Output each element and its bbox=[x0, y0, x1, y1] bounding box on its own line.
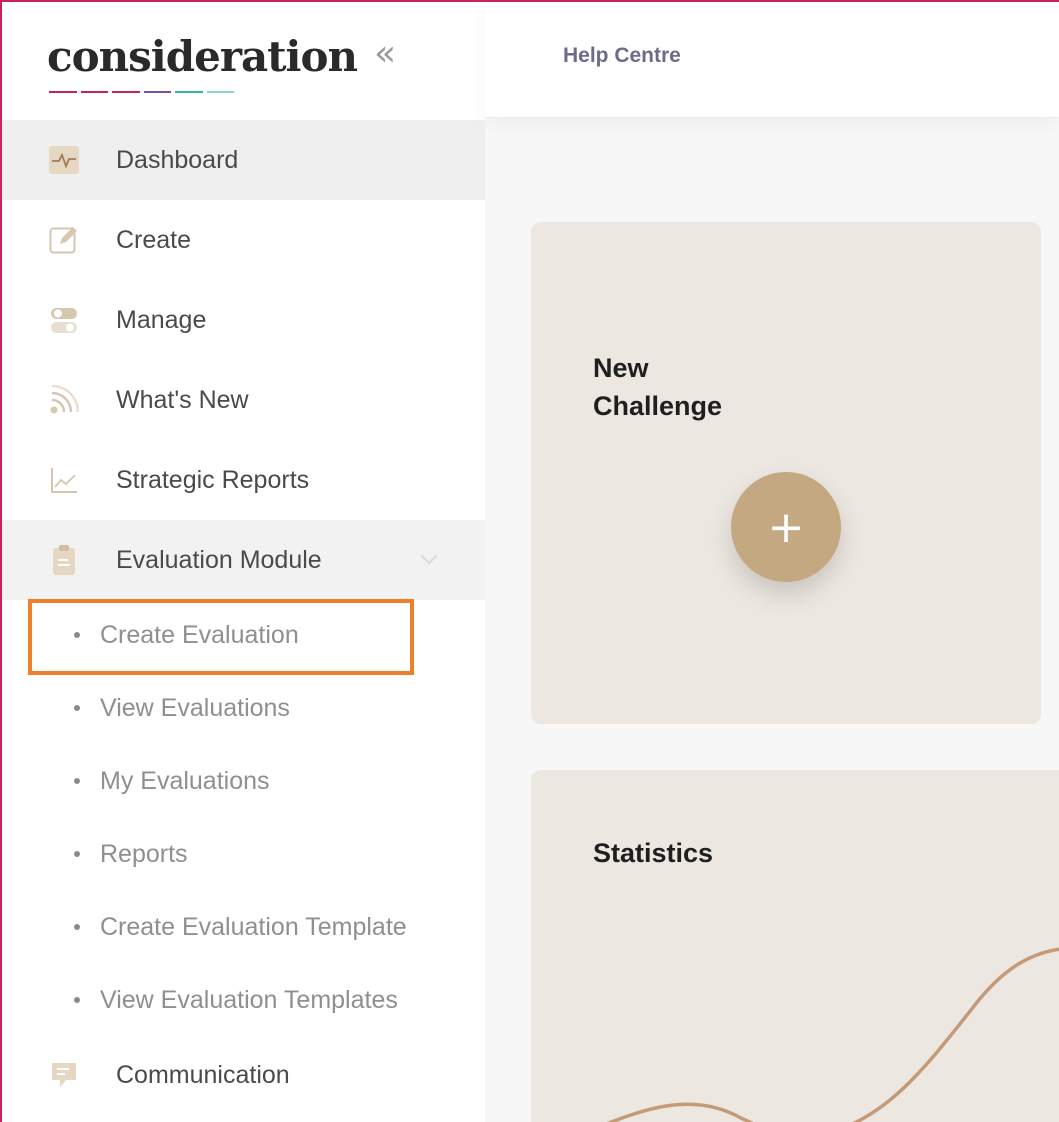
add-challenge-button[interactable]: + bbox=[731, 472, 841, 582]
clipboard-icon bbox=[48, 544, 80, 576]
edit-icon bbox=[48, 224, 80, 256]
frame-border bbox=[0, 0, 2, 1122]
sidebar-item-label: Create bbox=[116, 225, 192, 254]
logo[interactable]: consideration bbox=[47, 32, 358, 81]
top-bar: Help Centre bbox=[485, 0, 1059, 118]
sidebar-item-communication[interactable]: Communication bbox=[2, 1035, 485, 1115]
sidebar-item-label: Dashboard bbox=[116, 145, 239, 174]
submenu-item-my-evaluations[interactable]: My Evaluations bbox=[2, 745, 485, 817]
frame-border-top bbox=[0, 0, 1059, 2]
sidebar-nav: Dashboard Create Manage What's New Strat… bbox=[2, 120, 485, 600]
sidebar-item-manage[interactable]: Manage bbox=[2, 280, 485, 360]
bullet-icon bbox=[74, 851, 80, 857]
bullet-icon bbox=[74, 705, 80, 711]
statistics-card: Statistics bbox=[531, 770, 1059, 1122]
bullet-icon bbox=[74, 924, 80, 930]
collapse-sidebar-icon[interactable]: « bbox=[374, 36, 396, 72]
logo-underline-segment bbox=[143, 91, 171, 93]
sidebar-item-label: Strategic Reports bbox=[116, 465, 310, 494]
rss-icon bbox=[48, 384, 80, 416]
bullet-icon bbox=[74, 997, 80, 1003]
submenu-item-label: View Evaluation Templates bbox=[100, 985, 398, 1014]
logo-underline-segment bbox=[175, 91, 203, 93]
logo-underline-segment bbox=[80, 91, 108, 93]
line-chart-icon bbox=[48, 464, 80, 496]
sidebar-item-whats-new[interactable]: What's New bbox=[2, 360, 485, 440]
sidebar-item-label: Communication bbox=[116, 1060, 290, 1089]
highlight-box bbox=[28, 599, 414, 675]
submenu-item-create-evaluation-template[interactable]: Create Evaluation Template bbox=[2, 891, 485, 963]
bullet-icon bbox=[74, 778, 80, 784]
chat-icon bbox=[48, 1059, 80, 1091]
sidebar-item-label: Evaluation Module bbox=[116, 545, 322, 574]
submenu-item-view-evaluations[interactable]: View Evaluations bbox=[2, 672, 485, 744]
brand-area: consideration « bbox=[2, 2, 485, 120]
logo-underline-segment bbox=[206, 91, 234, 93]
submenu-item-view-evaluation-templates[interactable]: View Evaluation Templates bbox=[2, 964, 485, 1036]
logo-underline-segment bbox=[49, 91, 77, 93]
chevron-down-icon bbox=[420, 547, 438, 565]
sidebar-item-strategic-reports[interactable]: Strategic Reports bbox=[2, 440, 485, 520]
pulse-icon bbox=[48, 144, 80, 176]
logo-underline-segment bbox=[112, 91, 140, 93]
help-centre-link[interactable]: Help Centre bbox=[563, 44, 681, 68]
sidebar-item-label: Manage bbox=[116, 305, 207, 334]
sidebar-item-create[interactable]: Create bbox=[2, 200, 485, 280]
statistics-curve bbox=[606, 947, 1059, 1122]
logo-underline bbox=[49, 91, 234, 94]
new-challenge-title: New Challenge bbox=[593, 353, 723, 421]
sidebar-item-dashboard[interactable]: Dashboard bbox=[2, 120, 485, 200]
main-content: Help Centre New Challenge + Statistics bbox=[485, 0, 1059, 1122]
submenu-item-reports[interactable]: Reports bbox=[2, 818, 485, 890]
sidebar: consideration « Dashboard Create Manage bbox=[2, 2, 485, 1122]
sidebar-item-label: What's New bbox=[116, 385, 249, 414]
new-challenge-card: New Challenge + bbox=[531, 222, 1041, 724]
sidebar-item-evaluation-module[interactable]: Evaluation Module bbox=[2, 520, 485, 600]
submenu-item-label: My Evaluations bbox=[100, 766, 270, 795]
submenu-item-label: Create Evaluation Template bbox=[100, 912, 407, 941]
toggle-icon bbox=[48, 304, 80, 336]
submenu-item-label: Reports bbox=[100, 839, 188, 868]
submenu-item-label: View Evaluations bbox=[100, 693, 290, 722]
